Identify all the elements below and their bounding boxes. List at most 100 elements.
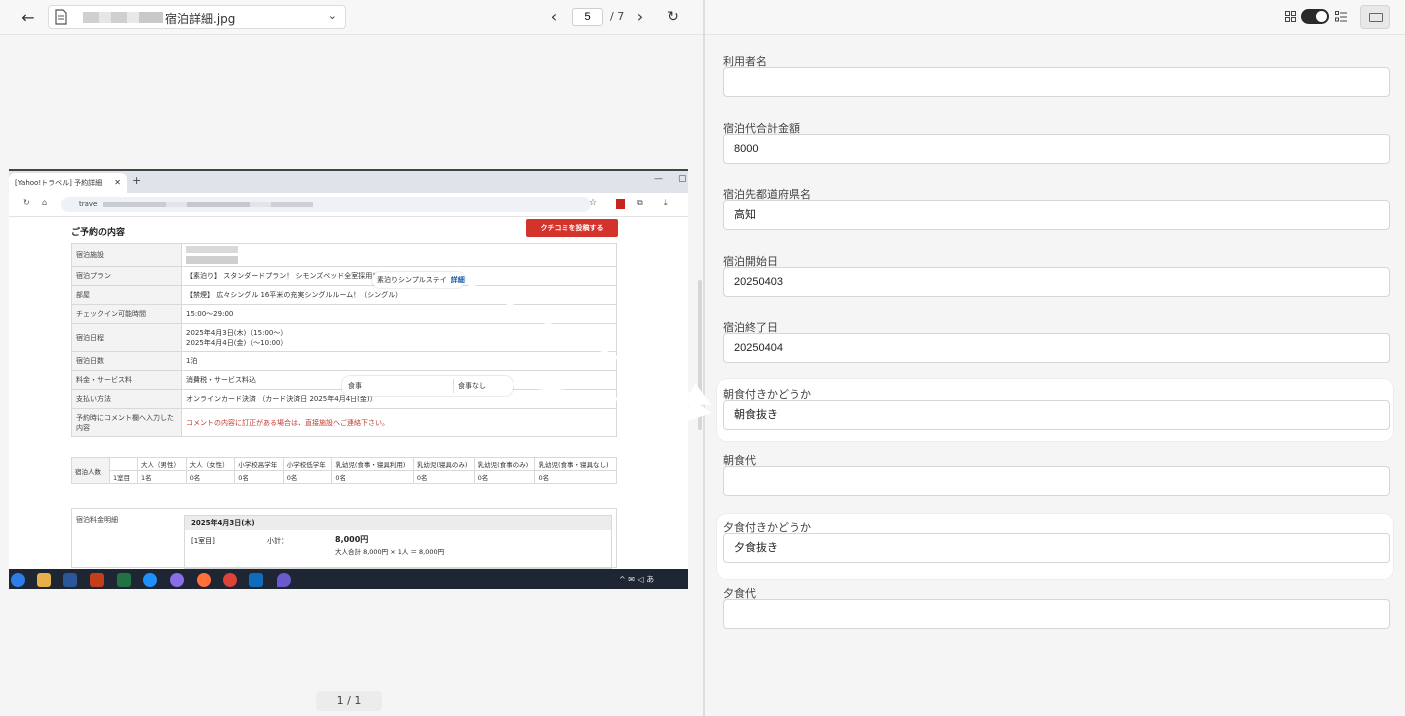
row-label: 宿泊日数 (71, 351, 182, 371)
divider (453, 379, 454, 393)
back-arrow-icon[interactable]: ← (16, 6, 40, 30)
meal-callout: 食事 食事なし (342, 376, 513, 396)
page-indicator: 1 / 1 (316, 691, 382, 711)
chrome-icon (223, 573, 237, 587)
refresh-icon[interactable]: ↻ (663, 6, 683, 28)
puzzle-icon: ⧉ (637, 198, 643, 207)
url-prefix: trave (79, 200, 98, 208)
browser-address-bar: ↻ ⌂ trave ☆ ⧉ ⤓ (9, 193, 688, 217)
app-icon (249, 573, 263, 587)
row-label: 料金・サービス料 (71, 370, 182, 390)
meal-key: 食事 (348, 382, 362, 390)
row-label: 宿泊日程 (71, 323, 182, 352)
breakfast-cost-input[interactable] (723, 466, 1390, 496)
copilot-icon (170, 573, 184, 587)
table-row: 宿泊施設 (71, 243, 617, 267)
price-inner: 2025年4月3日(木) [1室目] 小計： 8,000円 大人合計 8,000… (184, 515, 612, 569)
table-row: 宿泊日数 1泊 (71, 351, 617, 371)
table-row: チェックイン可能時間 15:00〜29:00 (71, 304, 617, 324)
table-row: 部屋 【禁煙】 広々シングル 16平米の充実シングルルーム！（シングル） (71, 285, 617, 305)
table-cell: 0名 (234, 470, 284, 484)
download-icon: ⤓ (664, 198, 668, 207)
start-date-input[interactable]: 20250403 (723, 267, 1390, 297)
app-icon (277, 573, 291, 587)
row-label: 予約時にコメント欄へ入力した内容 (71, 408, 182, 437)
row-label: 宿泊人数 (71, 457, 110, 484)
plan-name: 素泊りシンプルステイ (377, 276, 447, 284)
user-name-input[interactable] (723, 67, 1390, 97)
column-header: 乳幼児(食事のみ) (473, 457, 536, 471)
row-label: チェックイン可能時間 (71, 304, 182, 324)
table-cell: 1名 (137, 470, 187, 484)
table-cell (109, 457, 138, 471)
panel-icon (1369, 13, 1383, 22)
url-redacted (103, 202, 313, 207)
browser-tabbar: [Yahoo!トラベル] 予約詳細 ✕ + — ▢ (9, 171, 688, 193)
document-icon (55, 9, 67, 25)
table-cell: 0名 (282, 470, 333, 484)
table-row: 宿泊日程 2025年4月3日(木)（15:00〜） 2025年4月4日(金)（〜10… (71, 323, 617, 352)
checkin-date: 2025年4月3日(木)（15:00〜） (186, 328, 288, 337)
folder-icon (37, 573, 51, 587)
row-value: 15:00〜29:00 (181, 304, 617, 324)
table-cell: 0名 (534, 470, 617, 484)
close-icon: ✕ (114, 178, 121, 187)
powerpoint-icon (90, 573, 104, 587)
split-panel-button[interactable] (1360, 5, 1390, 29)
price-date: 2025年4月3日(木) (185, 516, 611, 530)
column-header: 大人（男性） (137, 457, 187, 471)
total-amount-input[interactable]: 8000 (723, 134, 1390, 164)
price-room: [1室目] (191, 537, 215, 545)
url-field: trave (61, 197, 591, 212)
toggle-knob (1316, 11, 1327, 22)
row-label: 支払い方法 (71, 389, 182, 409)
table-row: 予約時にコメント欄へ入力した内容 コメントの内容に訂正がある場合は、直接施設へご連… (71, 408, 617, 437)
word-icon (63, 573, 77, 587)
column-header: 乳幼児(寝具のみ) (412, 457, 475, 471)
file-selector[interactable]: 宿泊詳細.jpg ⌄ (48, 5, 346, 29)
star-icon: ☆ (589, 198, 598, 208)
row-value: 1泊 (181, 351, 617, 371)
table-cell: 0名 (473, 470, 536, 484)
prefecture-input[interactable]: 高知 (723, 200, 1390, 230)
page-number-input[interactable] (572, 8, 603, 26)
row-value: コメントの内容に訂正がある場合は、直接施設へご連絡下さい。 (181, 408, 617, 437)
viewer-toolbar: ← 宿泊詳細.jpg ⌄ ‹ / 7 › ↻ (0, 0, 703, 35)
row-label: 宿泊施設 (71, 243, 182, 267)
meal-value: 食事なし (458, 382, 486, 390)
table-cell: 0名 (185, 470, 236, 484)
excel-icon (117, 573, 131, 587)
chevron-down-icon: ⌄ (327, 9, 337, 22)
view-toggle[interactable] (1301, 9, 1329, 24)
prev-page-icon[interactable]: ‹ (544, 6, 564, 28)
hotel-name-redacted (186, 246, 238, 264)
guest-count-table: 宿泊人数 大人（男性） 大人（女性） 小学校高学年 小学校低学年 乳幼児(食事・… (71, 457, 617, 484)
dinner-input[interactable]: 夕食抜き (723, 533, 1390, 563)
row-value (181, 243, 617, 267)
row-label: 宿泊プラン (71, 266, 182, 286)
edge-icon (11, 573, 25, 587)
firefox-icon (197, 573, 211, 587)
table-cell: 0名 (331, 470, 414, 484)
review-button: クチコミを投稿する (526, 219, 618, 237)
browser-tab: [Yahoo!トラベル] 予約詳細 ✕ (9, 173, 127, 193)
grid-view-icon[interactable] (1285, 11, 1296, 22)
breakfast-input[interactable]: 朝食抜き (723, 400, 1390, 430)
document-scrollbar[interactable] (698, 280, 702, 430)
end-date-input[interactable]: 20250404 (723, 333, 1390, 363)
maximize-icon: ▢ (678, 174, 687, 184)
dinner-cost-input[interactable] (723, 599, 1390, 629)
form-toolbar (705, 0, 1405, 35)
section-title: ご予約の内容 (71, 228, 126, 238)
system-tray: ^ ✉ ◁ あ (619, 575, 655, 584)
tab-title: [Yahoo!トラベル] 予約詳細 (15, 179, 103, 187)
home-icon: ⌂ (42, 198, 48, 207)
next-page-icon[interactable]: › (630, 6, 650, 28)
price-label: 宿泊料金明細 (76, 516, 118, 524)
list-view-icon[interactable] (1335, 11, 1347, 22)
file-name: 宿泊詳細.jpg (165, 12, 236, 26)
subtotal-label: 小計： (267, 537, 288, 545)
price-breakdown: 宿泊料金明細 2025年4月3日(木) [1室目] 小計： 8,000円 大人合… (71, 508, 617, 569)
table-cell: 0名 (412, 470, 475, 484)
file-name-redacted (83, 12, 163, 23)
